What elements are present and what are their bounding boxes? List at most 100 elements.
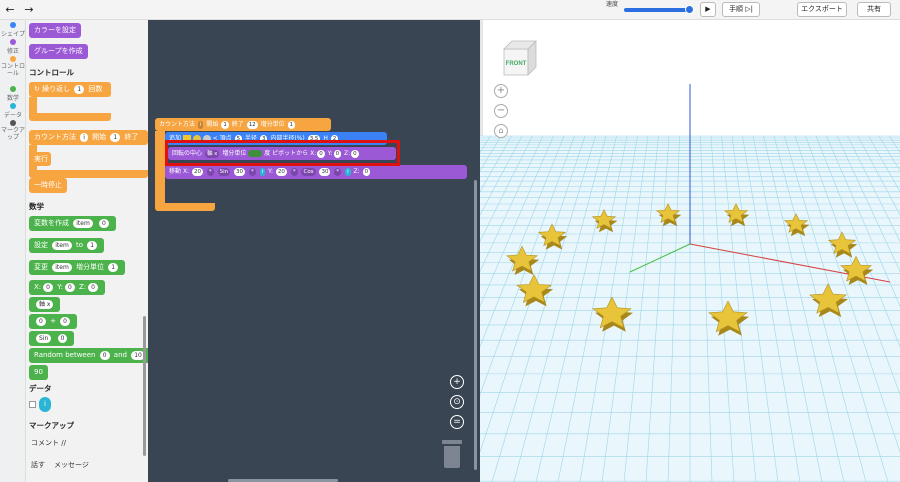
zoom-reset-icon[interactable]: ⊙ bbox=[450, 395, 464, 409]
count-start[interactable]: 1 bbox=[110, 132, 121, 142]
count-with-label: カウント方法 bbox=[34, 133, 76, 141]
category-rail: シェイプ 修正 コントロール 数学 データ マークアップ bbox=[0, 20, 26, 482]
create-var-name[interactable]: item bbox=[73, 218, 93, 228]
set-var-name[interactable]: item bbox=[52, 240, 72, 250]
undo-icon[interactable]: ← bbox=[3, 3, 17, 17]
rail-item-data[interactable]: データ bbox=[0, 103, 26, 119]
data-variable-block[interactable]: i bbox=[39, 397, 51, 412]
change-var-value[interactable]: 1 bbox=[108, 262, 119, 272]
category-dot-icon bbox=[10, 56, 16, 62]
3d-viewport[interactable]: FRONT + − ⌂ bbox=[480, 20, 900, 482]
xyz-x-label: X: bbox=[34, 283, 42, 291]
ws-loop-start[interactable]: 1 bbox=[221, 120, 229, 129]
xyz-block[interactable]: X: 0 Y: 0 Z: 0 bbox=[29, 280, 105, 295]
rail-item-markup[interactable]: マークアップ bbox=[0, 120, 26, 141]
ws-move-var2[interactable]: i bbox=[345, 167, 351, 176]
ws-move-x[interactable]: 20 bbox=[192, 167, 203, 176]
ws-move-op1[interactable]: * bbox=[206, 167, 214, 176]
random-and: and bbox=[113, 351, 127, 359]
ws-move-x-label: X: bbox=[182, 168, 190, 175]
arith-a[interactable]: 0 bbox=[36, 316, 46, 326]
redo-icon[interactable]: → bbox=[22, 3, 36, 17]
random-min[interactable]: 0 bbox=[99, 350, 110, 360]
change-var-name[interactable]: item bbox=[52, 262, 72, 272]
ws-move-v1[interactable]: 30 bbox=[234, 167, 246, 176]
viewport-home-icon[interactable]: ⌂ bbox=[494, 124, 508, 138]
category-dot-icon bbox=[10, 86, 16, 92]
arith-op[interactable]: + bbox=[50, 317, 56, 325]
pause-block[interactable]: 一時停止 bbox=[29, 178, 67, 193]
viewport-zoom-in-icon[interactable]: + bbox=[494, 84, 508, 98]
ws-move-op2[interactable]: * bbox=[248, 167, 256, 176]
zoom-out-icon[interactable]: = bbox=[450, 415, 464, 429]
workspace-scrollbar-vertical[interactable] bbox=[474, 180, 477, 470]
ws-loop-var[interactable]: i bbox=[197, 120, 204, 129]
random-label: Random between bbox=[34, 351, 96, 359]
ws-move-v2[interactable]: 30 bbox=[319, 167, 331, 176]
arithmetic-block[interactable]: 0 + 0 bbox=[29, 314, 77, 329]
ws-move-fn1[interactable]: Sin bbox=[217, 167, 231, 176]
speed-slider[interactable] bbox=[624, 8, 688, 12]
trig-block[interactable]: Sin 0 bbox=[29, 331, 75, 346]
set-variable-block[interactable]: 設定 item to 1 bbox=[29, 238, 105, 253]
axis-block[interactable]: 軸 x bbox=[29, 297, 61, 312]
repeat-count[interactable]: 1 bbox=[74, 84, 85, 94]
create-group-block[interactable]: グループを作成 bbox=[29, 44, 88, 59]
step-button[interactable]: 手順 ▷| bbox=[722, 2, 760, 17]
count-with-block[interactable]: カウント方法 i 開始 1 終了 bbox=[29, 130, 148, 145]
palette-scrollbar[interactable] bbox=[143, 316, 146, 456]
share-button[interactable]: 共有 bbox=[857, 2, 891, 17]
repeat-block-foot bbox=[29, 113, 111, 121]
speed-slider-handle[interactable] bbox=[685, 5, 694, 14]
comment-block[interactable]: コメント // bbox=[31, 438, 66, 448]
zoom-in-icon[interactable]: + bbox=[450, 375, 464, 389]
view-cube[interactable]: FRONT bbox=[498, 37, 540, 79]
grid-canvas bbox=[480, 84, 900, 482]
rail-item-math[interactable]: 数学 bbox=[0, 86, 26, 102]
xyz-z[interactable]: 0 bbox=[88, 282, 98, 292]
ws-move-op4[interactable]: * bbox=[334, 167, 342, 176]
step-icon: ▷| bbox=[745, 5, 753, 13]
repeat-block[interactable]: ↻ 繰り返し 1 回数 bbox=[29, 82, 111, 97]
category-dot-icon bbox=[10, 39, 16, 45]
viewport-zoom-out-icon[interactable]: − bbox=[494, 104, 508, 118]
data-checkbox[interactable] bbox=[29, 401, 36, 408]
rail-item-control[interactable]: コントロール bbox=[0, 56, 26, 77]
workspace-count-block[interactable]: カウント方法 i 開始 1 終了 12 増分単位 1 bbox=[155, 118, 331, 131]
set-color-block[interactable]: カラーを設定 bbox=[29, 23, 81, 38]
ws-move-y[interactable]: 20 bbox=[275, 167, 287, 176]
trig-value[interactable]: 0 bbox=[57, 333, 68, 343]
ws-move-op3[interactable]: * bbox=[290, 167, 298, 176]
trash-icon[interactable] bbox=[442, 440, 462, 468]
change-var-by: 増分単位 bbox=[76, 263, 105, 271]
ws-loop-end[interactable]: 12 bbox=[246, 120, 258, 129]
ws-loop-step[interactable]: 1 bbox=[287, 120, 296, 129]
ws-move-z[interactable]: 0 bbox=[362, 167, 371, 176]
play-button[interactable]: ▶ bbox=[700, 2, 716, 17]
math-heading: 数学 bbox=[29, 202, 44, 211]
count-var[interactable]: i bbox=[80, 132, 88, 142]
number-block[interactable]: 90 bbox=[29, 365, 48, 380]
xyz-y[interactable]: 0 bbox=[64, 282, 75, 292]
rail-label: 数学 bbox=[6, 95, 19, 102]
change-variable-block[interactable]: 変更 item 増分単位 1 bbox=[29, 260, 126, 275]
xyz-x[interactable]: 0 bbox=[43, 282, 53, 292]
say-message[interactable]: メッセージ bbox=[54, 460, 89, 470]
axis-select[interactable]: 軸 x bbox=[36, 299, 54, 309]
ws-move-var1[interactable]: i bbox=[259, 167, 266, 176]
workspace-move-block[interactable]: 移動 X: 20 * Sin 30 * i Y: 20 * Cos 30 * i… bbox=[165, 165, 467, 179]
create-variable-block[interactable]: 変数を作成 item 0 bbox=[29, 216, 116, 231]
rail-item-shapes[interactable]: シェイプ bbox=[0, 22, 26, 38]
create-var-value[interactable]: 0 bbox=[99, 218, 109, 228]
rail-item-modify[interactable]: 修正 bbox=[0, 39, 26, 55]
export-button[interactable]: エクスポート bbox=[797, 2, 847, 17]
ws-move-z-label: Z: bbox=[353, 168, 360, 175]
arith-b[interactable]: 0 bbox=[60, 316, 70, 326]
count-block-foot bbox=[29, 170, 148, 178]
say-label[interactable]: 話す bbox=[31, 460, 45, 470]
ws-move-fn2[interactable]: Cos bbox=[301, 167, 316, 176]
code-workspace[interactable]: カウント方法 i 開始 1 終了 12 増分単位 1 追加 < 頂点 5 半径 … bbox=[148, 20, 480, 482]
trig-fn[interactable]: Sin bbox=[36, 333, 52, 343]
set-var-value[interactable]: 1 bbox=[87, 240, 98, 250]
random-block[interactable]: Random between 0 and 10 bbox=[29, 348, 148, 363]
